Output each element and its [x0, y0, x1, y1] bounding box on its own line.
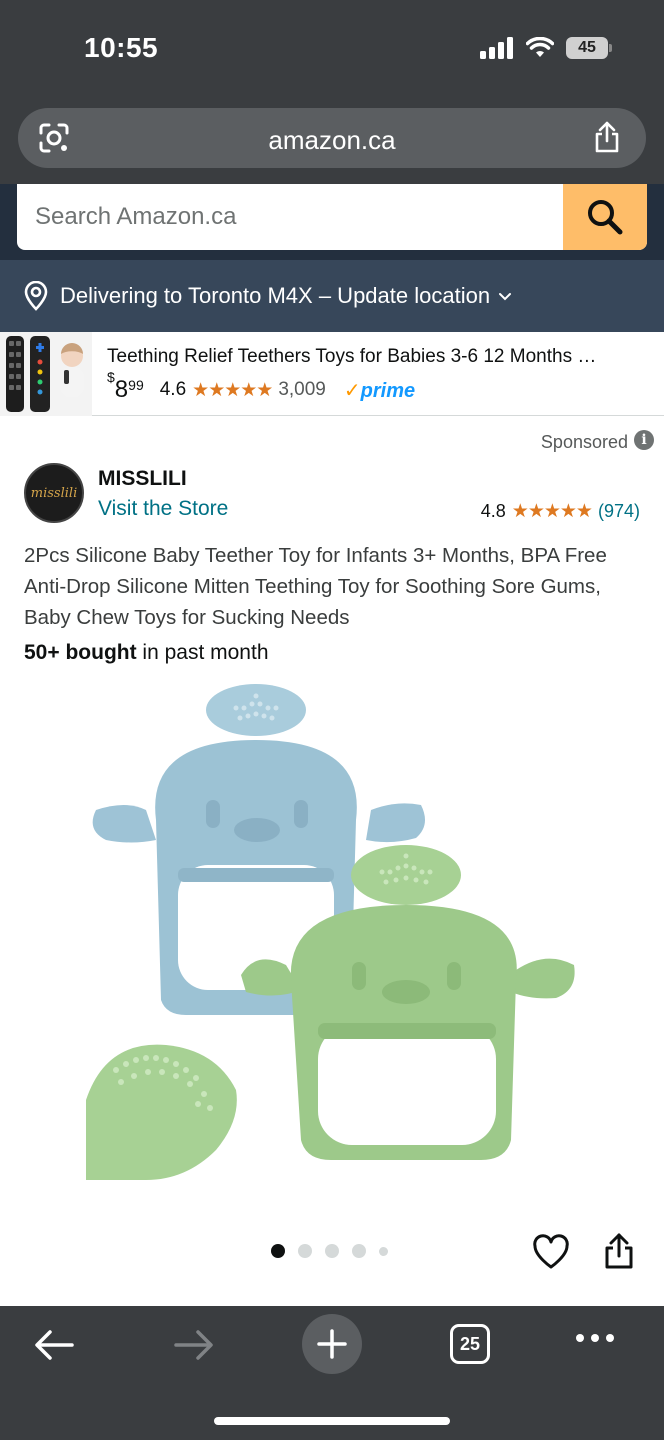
- ad-star-rating: ★★★★★: [192, 379, 273, 401]
- status-time: 10:55: [84, 32, 159, 63]
- address-bar[interactable]: amazon.ca: [18, 108, 646, 168]
- product-title[interactable]: 2Pcs Silicone Baby Teether Toy for Infan…: [24, 540, 644, 633]
- location-pin-icon: [24, 281, 48, 311]
- more-menu-button[interactable]: [576, 1334, 614, 1342]
- share-icon[interactable]: [592, 120, 622, 159]
- arrow-left-icon: [35, 1330, 74, 1360]
- location-text: Delivering to Toronto M4X – Update locat…: [60, 283, 491, 308]
- url-text[interactable]: amazon.ca: [18, 125, 646, 156]
- ad-product-title[interactable]: Teething Relief Teethers Toys for Babies…: [107, 346, 637, 368]
- heart-icon: [533, 1234, 569, 1269]
- info-icon[interactable]: i: [634, 430, 654, 450]
- share-icon: [605, 1233, 633, 1269]
- carousel-dot[interactable]: [271, 1244, 285, 1258]
- signal-icon: [480, 37, 513, 59]
- search-box: [17, 184, 647, 250]
- ad-info-row: $899 4.6 ★★★★★ 3,009 ✓prime: [107, 369, 416, 404]
- more-dot: [606, 1334, 614, 1342]
- brand-name: MISSLILI: [98, 467, 187, 490]
- carousel-dot[interactable]: [379, 1246, 388, 1256]
- prime-badge: ✓prime: [343, 379, 416, 402]
- plus-icon: [317, 1329, 347, 1359]
- wifi-icon: [526, 37, 554, 57]
- ad-rating-value: 4.6: [159, 379, 187, 400]
- brand-review-count[interactable]: (974): [598, 501, 640, 522]
- share-product-button[interactable]: [602, 1232, 636, 1275]
- carousel-dot[interactable]: [298, 1244, 312, 1258]
- more-dot: [591, 1334, 599, 1342]
- carousel-dot[interactable]: [352, 1244, 366, 1258]
- search-input[interactable]: [17, 184, 562, 250]
- sponsored-label: Sponsored: [540, 432, 628, 452]
- more-dot: [576, 1334, 584, 1342]
- visit-store-link[interactable]: Visit the Store: [98, 497, 228, 521]
- sponsored-product-strip[interactable]: Teething Relief Teethers Toys for Babies…: [0, 332, 664, 416]
- battery-icon: 45: [566, 37, 612, 59]
- bought-in-past-month: 50+ bought in past month: [24, 641, 269, 664]
- search-icon: [588, 200, 623, 235]
- add-to-wishlist-button[interactable]: [532, 1234, 570, 1275]
- home-indicator: [214, 1417, 450, 1425]
- teether-closeup-detail: [86, 1044, 237, 1180]
- chevron-down-icon: [499, 293, 512, 301]
- image-carousel-dots[interactable]: [271, 1244, 388, 1258]
- brand-rating-value: 4.8: [480, 501, 506, 521]
- prime-check-icon: ✓: [343, 379, 361, 402]
- brand-logo[interactable]: misslili: [24, 463, 84, 523]
- search-bar-area: [0, 184, 664, 260]
- status-bar: 10:55 45: [0, 0, 664, 100]
- product-image[interactable]: [86, 680, 586, 1180]
- ad-price: $899: [107, 369, 144, 403]
- brand-star-rating: ★★★★★: [511, 501, 593, 522]
- delivery-location-bar[interactable]: Delivering to Toronto M4X – Update locat…: [0, 260, 664, 332]
- new-tab-button[interactable]: [302, 1314, 362, 1374]
- ad-review-count[interactable]: 3,009: [278, 379, 326, 401]
- forward-button[interactable]: [172, 1328, 216, 1367]
- status-icons: 45: [480, 37, 612, 59]
- tab-switcher-button[interactable]: 25: [450, 1324, 490, 1364]
- ad-thumbnail: [0, 332, 92, 416]
- browser-address-area: amazon.ca: [0, 100, 664, 184]
- search-button[interactable]: [563, 184, 647, 250]
- arrow-right-icon: [174, 1330, 213, 1360]
- brand-rating[interactable]: 4.8 ★★★★★ (974): [481, 500, 640, 523]
- carousel-dot[interactable]: [325, 1244, 339, 1258]
- back-button[interactable]: [32, 1328, 76, 1367]
